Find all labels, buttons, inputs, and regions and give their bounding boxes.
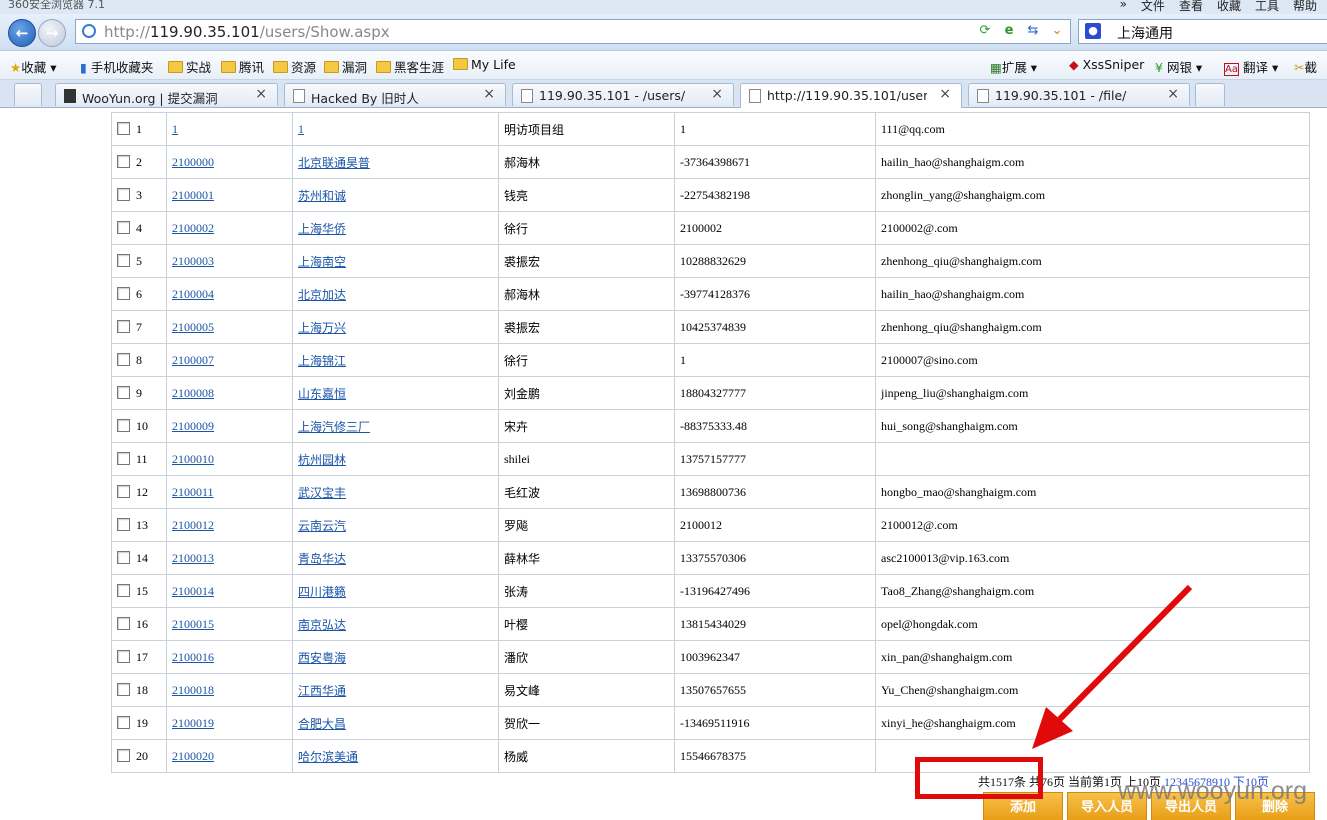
close-icon[interactable]: × <box>711 86 723 102</box>
xsssniper-icon: ◆ <box>1069 57 1079 72</box>
tab-file-dir[interactable]: 119.90.35.101 - /file/ × <box>968 83 1190 106</box>
tab-label: 119.90.35.101 - /file/ <box>995 88 1127 103</box>
watermark: www.wooyun.org <box>1118 777 1307 805</box>
tab-sidebar-toggle[interactable] <box>14 83 42 106</box>
search-input[interactable]: 上海通用 <box>1117 23 1173 43</box>
folder-icon <box>221 61 236 73</box>
page-icon <box>82 24 96 38</box>
app-title: 360安全浏览器 7.1 <box>8 0 105 11</box>
page-icon <box>749 89 761 103</box>
page-icon <box>293 89 305 103</box>
url-scheme: http:// <box>104 23 150 41</box>
tab-bar: WooYun.org | 提交漏洞 × Hacked By 旧时人 × 119.… <box>0 80 1327 108</box>
ie-mode-icon[interactable]: e <box>1000 23 1018 38</box>
close-icon[interactable]: × <box>1167 86 1179 102</box>
fav-folder-vulns[interactable]: 漏洞 <box>324 57 367 76</box>
scissors-icon: ✂ <box>1294 60 1305 75</box>
folder-icon <box>168 61 183 73</box>
fav-label: My Life <box>471 57 516 72</box>
screenshot-button[interactable]: ✂截 <box>1294 57 1317 76</box>
favorites-bar: ★收藏 ▾ ▮ 手机收藏夹 实战 腾讯 资源 漏洞 黑客生涯 My Life ▦… <box>0 51 1327 80</box>
translate-icon: Aa <box>1224 63 1239 76</box>
close-icon[interactable]: × <box>939 86 951 102</box>
back-button[interactable]: ← <box>8 19 36 47</box>
dropdown-icon[interactable]: ⌄ <box>1048 23 1066 38</box>
navigation-bar: ← → http://119.90.35.101/users/Show.aspx… <box>0 14 1327 51</box>
menu-file[interactable]: 文件 <box>1141 0 1165 14</box>
page-content: 1 1 1 明访项目组 1 111@qq.com 2 2100000 北京联通昊普 郝海林 -373… <box>0 109 1327 820</box>
arrow-right-icon: → <box>45 24 59 42</box>
menu-favorites[interactable]: 收藏 <box>1217 0 1241 14</box>
fav-folder-hacker[interactable]: 黑客生涯 <box>376 57 444 76</box>
close-icon[interactable]: × <box>255 86 267 102</box>
phone-icon: ▮ <box>80 60 87 75</box>
fav-folder-resources[interactable]: 资源 <box>273 57 316 76</box>
fav-mobile[interactable]: ▮ 手机收藏夹 <box>80 57 153 76</box>
tab-hacked[interactable]: Hacked By 旧时人 × <box>284 83 506 106</box>
tab-wooyun[interactable]: WooYun.org | 提交漏洞 × <box>55 83 278 106</box>
tab-users-dir[interactable]: 119.90.35.101 - /users/ × <box>512 83 734 106</box>
grid-icon: ▦ <box>990 60 1002 75</box>
refresh-icon[interactable]: ⇆ <box>1024 23 1042 38</box>
menu-bar: » 文件 查看 收藏 工具 帮助 <box>1120 0 1317 14</box>
search-box[interactable]: ● 上海通用 <box>1078 19 1327 44</box>
extensions-button[interactable]: ▦扩展 ▾ <box>990 57 1037 76</box>
tab-label: WooYun.org | 提交漏洞 <box>82 91 218 106</box>
url-host: 119.90.35.101 <box>149 23 260 41</box>
arrow-left-icon: ← <box>15 24 29 42</box>
new-tab-button[interactable] <box>1195 83 1225 106</box>
fav-label: 黑客生涯 <box>394 60 445 75</box>
baidu-paw-icon[interactable]: ● <box>1085 23 1101 39</box>
menu-tools[interactable]: 工具 <box>1255 0 1279 14</box>
fav-label: 实战 <box>186 60 212 75</box>
tab-label: http://119.90.35.101/users/Sh <box>767 88 927 103</box>
address-tools: ⟳ e ⇆ ⌄ <box>976 23 1066 38</box>
tab-label: Hacked By 旧时人 <box>311 91 419 106</box>
page-icon <box>977 89 989 103</box>
fav-label: 漏洞 <box>342 60 368 75</box>
address-url: http://119.90.35.101/users/Show.aspx <box>104 23 390 41</box>
xsssniper-label: XssSniper <box>1082 57 1145 72</box>
fav-label: 收藏 <box>21 60 47 75</box>
folder-icon <box>324 61 339 73</box>
fav-folder-tencent[interactable]: 腾讯 <box>221 57 264 76</box>
fav-favorites[interactable]: ★收藏 ▾ <box>10 57 56 76</box>
menu-view[interactable]: 查看 <box>1179 0 1203 14</box>
ebank-label: 网银 <box>1166 60 1192 75</box>
folder-icon <box>376 61 391 73</box>
fav-label: 资源 <box>291 60 317 75</box>
fav-label: 手机收藏夹 <box>90 60 154 75</box>
annotation-arrow-shaft <box>1055 584 1193 724</box>
page-icon <box>521 89 533 103</box>
close-icon[interactable]: × <box>483 86 495 102</box>
screenshot-label: 截 <box>1304 60 1317 75</box>
wooyun-favicon <box>64 89 76 103</box>
fav-label: 腾讯 <box>239 60 265 75</box>
address-bar[interactable]: http://119.90.35.101/users/Show.aspx ⟳ e… <box>75 19 1071 44</box>
menu-more[interactable]: » <box>1120 0 1127 14</box>
translate-button[interactable]: Aa 翻译 ▾ <box>1224 57 1278 76</box>
folder-icon <box>273 61 288 73</box>
translate-label: 翻译 <box>1242 60 1268 75</box>
xsssniper-button[interactable]: ◆ XssSniper <box>1069 57 1144 72</box>
url-path: /users/Show.aspx <box>259 23 390 41</box>
tab-users-show[interactable]: http://119.90.35.101/users/Sh × <box>740 83 962 108</box>
window-title-bar: 360安全浏览器 7.1 » 文件 查看 收藏 工具 帮助 <box>0 0 1327 14</box>
ebank-button[interactable]: ¥ 网银 ▾ <box>1155 57 1202 76</box>
menu-help[interactable]: 帮助 <box>1293 0 1317 14</box>
yen-icon: ¥ <box>1155 60 1163 75</box>
forward-button[interactable]: → <box>38 19 66 47</box>
star-icon: ★ <box>10 60 22 75</box>
extensions-label: 扩展 <box>1001 60 1027 75</box>
folder-icon <box>453 58 468 70</box>
tab-label: 119.90.35.101 - /users/ <box>539 88 686 103</box>
annotation-arrow <box>1032 584 1193 749</box>
fav-folder-shizhan[interactable]: 实战 <box>168 57 211 76</box>
refresh-green-icon[interactable]: ⟳ <box>976 23 994 38</box>
fav-folder-mylife[interactable]: My Life <box>453 57 516 72</box>
